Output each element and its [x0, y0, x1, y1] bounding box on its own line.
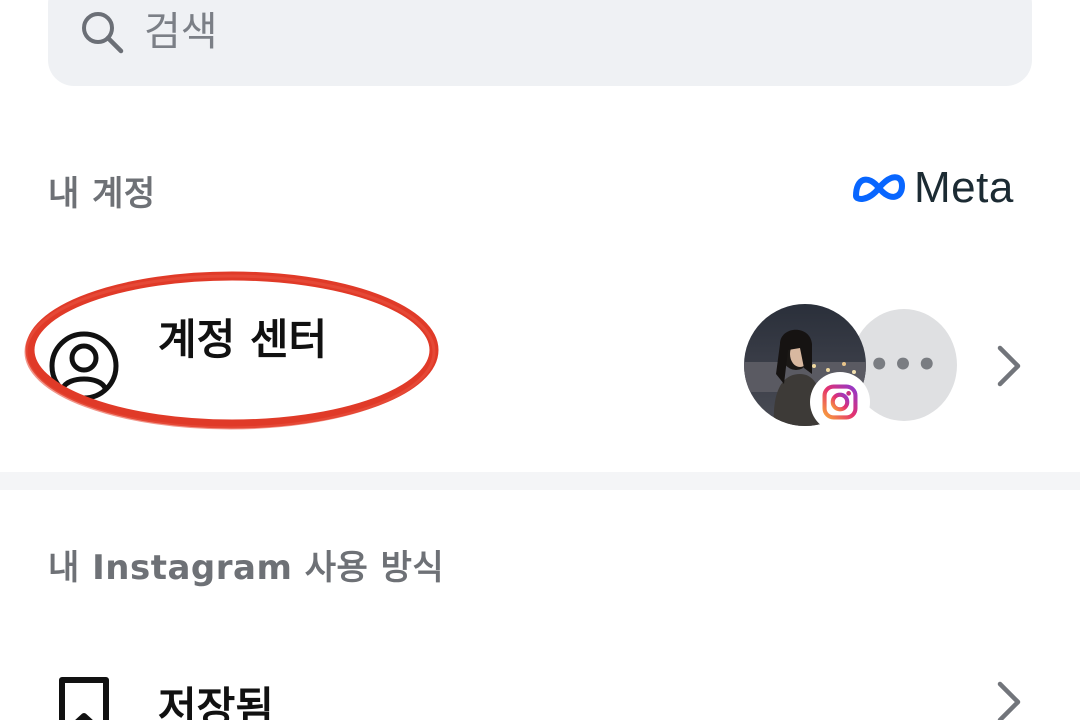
- search-icon: [82, 12, 124, 54]
- account-center-label: 계정 센터: [158, 315, 328, 364]
- settings-page: 검색 내 계정 Meta 계정 센터 ••• 내 Instagram 사용 방식…: [0, 0, 1080, 720]
- section-title-usage: 내 Instagram 사용 방식: [48, 548, 445, 588]
- chevron-right-icon: [997, 681, 1021, 720]
- search-bar[interactable]: 검색: [48, 0, 1032, 86]
- meta-wordmark: Meta: [914, 163, 1014, 212]
- chevron-right-icon: [997, 345, 1021, 387]
- instagram-badge: [810, 372, 870, 432]
- saved-label: 저장됨: [158, 683, 274, 720]
- account-circle-icon: [49, 331, 119, 401]
- bookmark-icon: [59, 677, 109, 720]
- section-divider: [0, 472, 1080, 490]
- instagram-icon: [822, 384, 858, 420]
- search-input[interactable]: 검색: [144, 6, 218, 58]
- account-center-row[interactable]: 계정 센터 •••: [0, 260, 1080, 470]
- meta-infinity-icon: [853, 174, 905, 202]
- section-title-my-account: 내 계정: [48, 174, 156, 214]
- meta-logo: Meta: [850, 160, 1014, 216]
- more-horizontal-icon: •••: [868, 345, 940, 385]
